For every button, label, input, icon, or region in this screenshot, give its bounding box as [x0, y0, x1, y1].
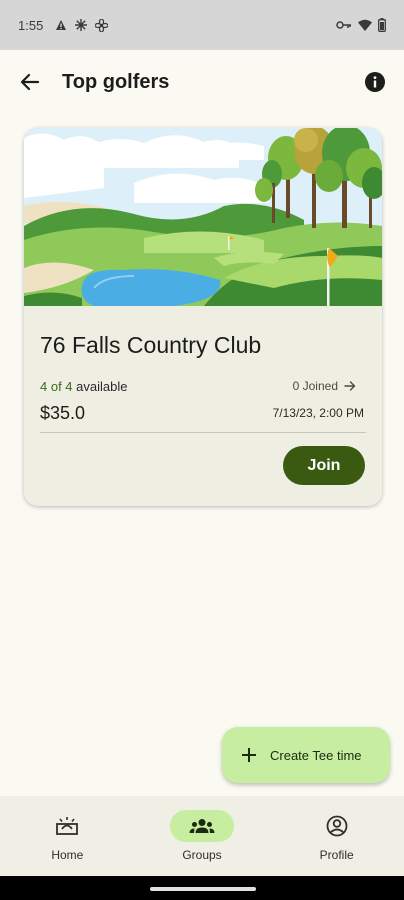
back-button[interactable] [16, 68, 44, 96]
joined-label: 0 Joined [292, 379, 338, 393]
key-icon [336, 21, 351, 29]
arrow-left-icon [20, 73, 40, 91]
alert-triangle-icon [56, 20, 67, 30]
nav-label-profile: Profile [319, 848, 354, 862]
availability-text: 4 of 4 available [40, 379, 127, 394]
arrow-right-icon [344, 381, 356, 391]
price: $35.0 [40, 403, 86, 423]
status-notification-icons [55, 18, 109, 32]
nav-item-groups[interactable]: Groups [135, 796, 270, 876]
nav-item-profile[interactable]: Profile [269, 796, 404, 876]
gesture-handle[interactable] [150, 887, 256, 891]
nav-icon-container-groups [170, 810, 234, 842]
status-system-icons [336, 18, 386, 32]
nav-icon-container-profile [305, 810, 369, 842]
page-title: Top golfers [62, 70, 170, 93]
availability-suffix: available [72, 379, 128, 394]
tee-datetime: 7/13/23, 2:00 PM [272, 406, 364, 420]
nav-item-home[interactable]: Home [0, 796, 135, 876]
info-button[interactable] [362, 69, 388, 95]
divider [40, 432, 366, 433]
golf-course-illustration [24, 128, 382, 306]
info-icon [365, 72, 385, 92]
create-tee-time-button[interactable]: Create Tee time [222, 727, 390, 783]
joined-link[interactable]: 0 Joined [293, 379, 356, 393]
plus-icon [242, 748, 256, 762]
bottom-navigation: Home Groups Profile [0, 796, 404, 876]
battery-icon [378, 18, 386, 32]
course-name: 76 Falls Country Club [40, 332, 262, 358]
groups-icon [189, 819, 215, 833]
nav-icon-container-home [35, 810, 99, 842]
wifi-icon [358, 19, 372, 31]
profile-icon [326, 815, 348, 837]
screen: 1:55 Top golfers 76 Falls Country Club 4… [0, 0, 404, 900]
status-bar: 1:55 [0, 0, 404, 50]
status-time: 1:55 [18, 17, 44, 33]
sparkle-icon [75, 19, 88, 31]
tee-time-card[interactable]: 76 Falls Country Club 4 of 4 available 0… [24, 128, 382, 506]
nav-label-groups: Groups [182, 848, 222, 862]
home-sunrise-icon [56, 817, 79, 835]
create-tee-time-label: Create Tee time [270, 747, 362, 763]
nav-label-home: Home [51, 848, 84, 862]
top-app-bar: Top golfers [0, 50, 404, 114]
join-button[interactable]: Join [283, 446, 365, 485]
availability-count: 4 of 4 [40, 379, 73, 394]
fan-icon [95, 18, 109, 32]
